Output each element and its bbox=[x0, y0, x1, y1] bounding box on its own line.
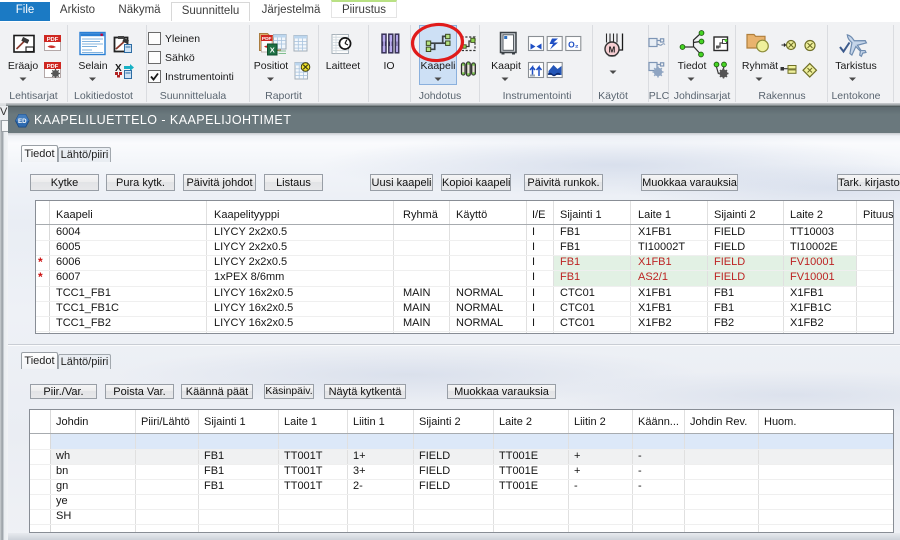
svg-text:O₂: O₂ bbox=[568, 40, 579, 50]
svg-text:ED: ED bbox=[18, 118, 27, 125]
svg-text:X: X bbox=[270, 46, 275, 55]
svg-text:PDF: PDF bbox=[47, 37, 59, 43]
svg-text:M: M bbox=[609, 46, 616, 55]
svg-text:PDF: PDF bbox=[262, 36, 272, 42]
svg-text:PDF: PDF bbox=[47, 64, 59, 70]
